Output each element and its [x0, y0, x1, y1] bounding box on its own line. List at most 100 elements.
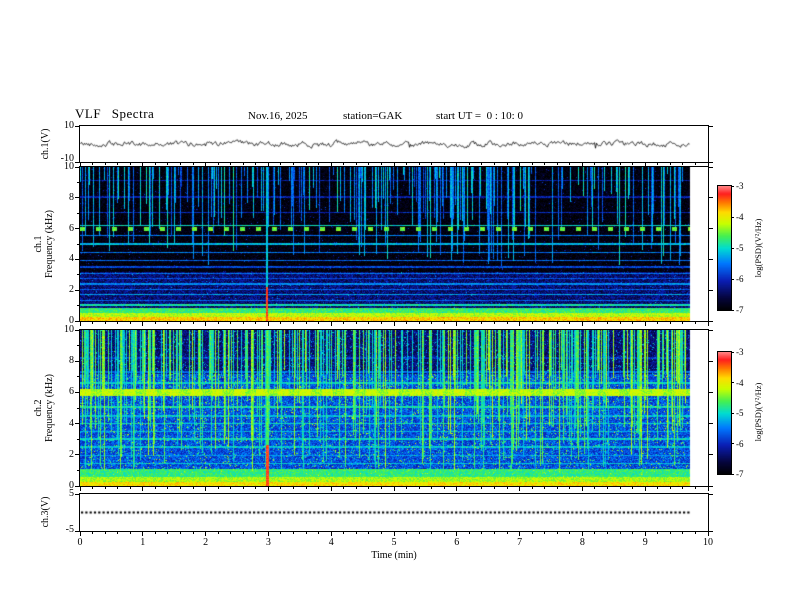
x-major-tick: [581, 487, 583, 491]
x-tick-label: 4: [328, 537, 334, 548]
x-minor-tick: [443, 532, 445, 534]
x-minor-tick: [293, 163, 295, 165]
x-tick-label: 5: [391, 537, 397, 548]
y-major-tick: [709, 125, 713, 127]
x-minor-tick: [657, 322, 659, 324]
x-major-tick: [581, 163, 583, 167]
x-minor-tick: [217, 487, 219, 489]
colorbar-tick-label: -3: [736, 347, 744, 357]
y-major-tick: [709, 493, 713, 495]
x-tick-label: 7: [517, 537, 523, 548]
colorbar-ch2-canvas: [718, 352, 731, 474]
x-minor-tick: [669, 532, 671, 534]
x-minor-tick: [431, 322, 433, 324]
x-minor-tick: [293, 322, 295, 324]
x-major-tick: [393, 532, 395, 536]
x-minor-tick: [406, 487, 408, 489]
x-minor-tick: [129, 532, 131, 534]
x-major-tick: [456, 163, 458, 167]
colorbar-tick: [731, 185, 734, 187]
x-minor-tick: [355, 163, 357, 165]
x-minor-tick: [380, 163, 382, 165]
ch3-waveform-panel: [79, 493, 709, 532]
x-major-tick: [79, 532, 81, 536]
x-minor-tick: [481, 322, 483, 324]
x-minor-tick: [355, 322, 357, 324]
x-minor-tick: [242, 322, 244, 324]
x-major-tick: [142, 532, 144, 536]
x-minor-tick: [619, 322, 621, 324]
y-major-tick: [709, 530, 713, 532]
x-major-tick: [267, 487, 269, 491]
y-major-tick: [709, 329, 713, 331]
y-minor-tick: [77, 376, 79, 378]
x-minor-tick: [506, 322, 508, 324]
colorbar-tick-label: -5: [736, 408, 744, 418]
x-minor-tick: [569, 163, 571, 165]
y-major-tick: [75, 360, 79, 362]
y-major-tick: [75, 454, 79, 456]
ch1-waveform-canvas: [80, 126, 708, 162]
x-minor-tick: [682, 532, 684, 534]
x-minor-tick: [368, 163, 370, 165]
x-major-tick: [79, 322, 81, 326]
colorbar-tick: [731, 351, 734, 353]
x-minor-tick: [619, 163, 621, 165]
colorbar-tick: [731, 473, 734, 475]
x-minor-tick: [493, 532, 495, 534]
x-minor-tick: [104, 487, 106, 489]
x-major-tick: [707, 532, 709, 536]
x-minor-tick: [167, 163, 169, 165]
x-minor-tick: [544, 532, 546, 534]
x-minor-tick: [154, 532, 156, 534]
x-minor-tick: [669, 487, 671, 489]
x-minor-tick: [179, 163, 181, 165]
x-minor-tick: [117, 532, 119, 534]
x-minor-tick: [531, 163, 533, 165]
x-minor-tick: [92, 322, 94, 324]
x-minor-tick: [481, 163, 483, 165]
x-minor-tick: [544, 487, 546, 489]
x-minor-tick: [305, 532, 307, 534]
x-minor-tick: [607, 532, 609, 534]
x-minor-tick: [431, 532, 433, 534]
x-minor-tick: [418, 487, 420, 489]
colorbar-tick-label: -7: [736, 305, 744, 315]
colorbar-tick: [731, 247, 734, 249]
x-minor-tick: [569, 487, 571, 489]
y-major-tick: [709, 258, 713, 260]
x-minor-tick: [380, 532, 382, 534]
x-minor-tick: [92, 487, 94, 489]
colorbar-tick-label: -6: [736, 274, 744, 284]
x-minor-tick: [619, 487, 621, 489]
x-minor-tick: [242, 163, 244, 165]
x-minor-tick: [694, 322, 696, 324]
x-minor-tick: [355, 532, 357, 534]
y-tick-label: 8: [69, 355, 74, 367]
x-major-tick: [79, 163, 81, 167]
y-tick-label: 6: [69, 222, 74, 234]
x-minor-tick: [92, 532, 94, 534]
x-minor-tick: [117, 163, 119, 165]
y-minor-tick: [77, 345, 79, 347]
x-minor-tick: [255, 487, 257, 489]
x-minor-tick: [230, 163, 232, 165]
x-minor-tick: [217, 532, 219, 534]
x-minor-tick: [607, 163, 609, 165]
x-minor-tick: [154, 322, 156, 324]
y-tick-label: 2: [69, 448, 74, 460]
x-minor-tick: [217, 322, 219, 324]
x-minor-tick: [443, 163, 445, 165]
colorbar-ch1-label: log(PSD)(V²/Hz): [753, 218, 763, 278]
x-tick-label: 8: [579, 537, 585, 548]
x-minor-tick: [167, 487, 169, 489]
x-major-tick: [519, 487, 521, 491]
x-minor-tick: [669, 163, 671, 165]
y-major-tick: [709, 391, 713, 393]
ch2-spectrogram-ylabel: ch.2 Frequency (kHz): [33, 352, 55, 464]
x-minor-tick: [318, 487, 320, 489]
x-minor-tick: [506, 163, 508, 165]
x-major-tick: [581, 322, 583, 326]
x-minor-tick: [343, 532, 345, 534]
x-minor-tick: [368, 487, 370, 489]
